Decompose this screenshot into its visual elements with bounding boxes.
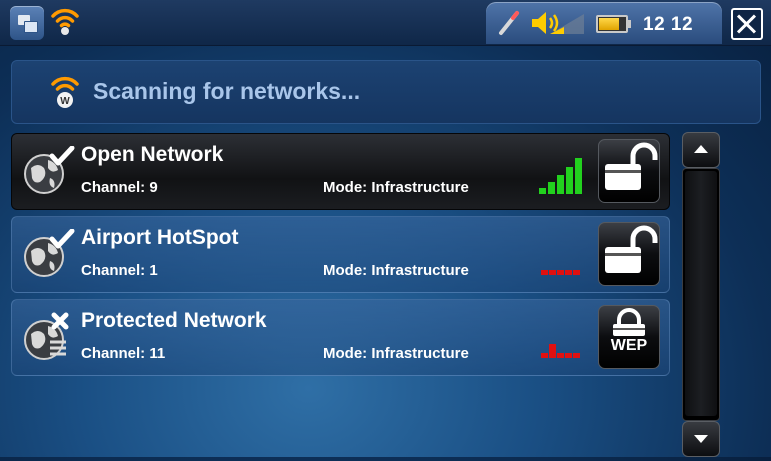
network-mode: Mode: Infrastructure <box>323 345 469 362</box>
home-icon-layer <box>24 21 38 33</box>
pen-icon <box>499 11 519 35</box>
scroll-down-button[interactable] <box>682 421 720 457</box>
network-row-airport[interactable]: Airport HotSpot Channel: 1 Mode: Infrast… <box>11 216 670 293</box>
signal-strength-icon <box>541 344 580 358</box>
battery-level <box>599 18 619 30</box>
wifi-icon <box>51 8 79 35</box>
scroll-up-button[interactable] <box>682 132 720 168</box>
connect-wep-button[interactable]: WEP <box>598 305 660 369</box>
status-indicators: 12 12 <box>486 2 722 44</box>
connect-lock-button[interactable] <box>598 139 660 203</box>
network-channel: Channel: 1 <box>81 262 158 279</box>
unlocked-icon <box>605 225 658 273</box>
network-channel: Channel: 11 <box>81 345 166 362</box>
network-mode: Mode: Infrastructure <box>323 179 469 196</box>
arrow-up-icon <box>694 145 708 153</box>
network-channel: Channel: 9 <box>81 179 158 196</box>
signal-strength-icon <box>541 270 580 275</box>
clock: 12 12 <box>643 14 694 35</box>
globe-check-icon <box>24 229 75 277</box>
top-status-bar: 12 12 <box>0 0 771 46</box>
scrollbar-thumb[interactable] <box>685 171 717 416</box>
globe-cross-icon <box>24 312 69 360</box>
wifi-w-icon: W <box>51 76 79 108</box>
unlocked-icon <box>605 142 658 190</box>
signal-strength-icon <box>539 158 582 194</box>
network-row-open[interactable]: Open Network Channel: 9 Mode: Infrastruc… <box>11 133 670 210</box>
close-button[interactable] <box>731 8 763 40</box>
scan-message: Scanning for networks... <box>93 78 361 104</box>
scan-status-banner: W Scanning for networks... <box>11 60 761 124</box>
connect-lock-button[interactable] <box>598 222 660 286</box>
network-name: Airport HotSpot <box>81 226 239 249</box>
svg-text:W: W <box>60 96 70 107</box>
arrow-down-icon <box>694 435 708 443</box>
speaker-icon <box>532 12 584 34</box>
globe-check-icon <box>24 146 75 194</box>
battery-icon <box>596 15 631 33</box>
scrollbar-track[interactable] <box>682 168 720 421</box>
network-mode: Mode: Infrastructure <box>323 262 469 279</box>
home-button[interactable] <box>10 6 44 40</box>
network-name: Open Network <box>81 143 224 166</box>
security-label: WEP <box>610 337 648 354</box>
battery-tip <box>628 20 631 28</box>
network-name: Protected Network <box>81 309 267 332</box>
network-row-protected[interactable]: Protected Network Channel: 11 Mode: Infr… <box>11 299 670 376</box>
